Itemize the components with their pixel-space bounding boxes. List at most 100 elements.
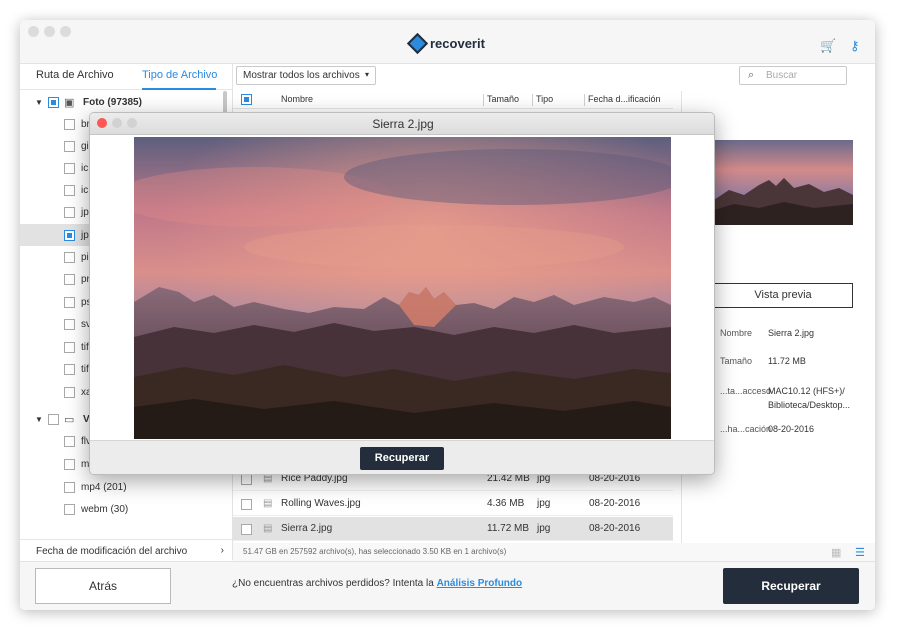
sidebar-item-label: pi [81, 251, 89, 263]
chevron-right-icon: › [220, 545, 224, 556]
file-size: 4.36 MB [487, 498, 525, 509]
row-checkbox[interactable] [241, 524, 252, 535]
image-file-icon: ▤ [263, 523, 273, 534]
sierra-landscape-image [134, 137, 671, 439]
minimize-dialog-button[interactable] [112, 118, 122, 128]
prop-label: ...ha...cación [720, 424, 772, 434]
prop-value: Sierra 2.jpg [768, 328, 815, 338]
preview-image [134, 137, 671, 439]
column-size[interactable]: Tamaño [487, 94, 519, 104]
key-icon[interactable]: ⚷ [850, 38, 860, 54]
column-separator [483, 94, 484, 106]
video-icon: ▭ [64, 413, 75, 426]
cart-icon[interactable]: 🛒 [820, 38, 836, 54]
image-preview-dialog: Sierra 2.jpg Recuperar [89, 112, 715, 475]
sidebar-item-label: gi [81, 140, 89, 152]
file-row-selected[interactable]: ▤ Sierra 2.jpg 11.72 MB jpg 08-20-2016 [233, 517, 673, 541]
file-type: jpg [537, 498, 551, 509]
item-checkbox[interactable] [64, 341, 75, 353]
sidebar-item[interactable]: mp4 (201) [20, 476, 232, 498]
item-checkbox[interactable] [64, 273, 75, 285]
dialog-footer: Recuperar [90, 440, 714, 474]
prop-label: Tamaño [720, 356, 753, 366]
file-name: Sierra 2.jpg [281, 523, 333, 534]
item-checkbox[interactable] [64, 318, 75, 330]
minimize-window-button[interactable] [44, 26, 55, 37]
item-checkbox[interactable] [64, 229, 75, 241]
maximize-window-button[interactable] [60, 26, 71, 37]
column-type[interactable]: Tipo [536, 94, 553, 104]
maximize-dialog-button[interactable] [127, 118, 137, 128]
list-view-icon[interactable]: ☰ [855, 546, 865, 559]
sidebar-item[interactable]: webm (30) [20, 498, 232, 520]
app-logo-text: recoverit [430, 35, 485, 51]
tab-tipo-de-archivo[interactable]: Tipo de Archivo [142, 69, 217, 81]
file-size: 11.72 MB [487, 523, 530, 534]
file-date: 08-20-2016 [589, 498, 641, 509]
chevron-down-icon[interactable]: ▼ [35, 415, 43, 424]
row-checkbox[interactable] [241, 499, 252, 510]
item-checkbox[interactable] [64, 162, 75, 174]
item-checkbox[interactable] [64, 386, 75, 398]
preview-button[interactable]: Vista previa [713, 283, 853, 308]
search-input[interactable]: Buscar [766, 70, 797, 81]
item-checkbox[interactable] [64, 503, 75, 515]
deep-scan-link[interactable]: Análisis Profundo [437, 578, 523, 589]
deep-scan-hint: ¿No encuentras archivos perdidos? Intent… [232, 578, 522, 589]
chevron-down-icon[interactable]: ▼ [35, 98, 43, 107]
sidebar-item-label: ic [81, 162, 89, 174]
sidebar-group-label: Foto (97385) [83, 96, 142, 108]
active-tab-indicator [142, 88, 216, 90]
sidebar-item-label: ic [81, 184, 89, 196]
recoverit-logo-icon [406, 32, 429, 54]
sort-selector[interactable]: Fecha de modificación del archivo › [20, 539, 232, 561]
group-checkbox[interactable] [48, 413, 59, 425]
item-checkbox[interactable] [64, 481, 75, 493]
file-list-header: Nombre Tamaño Tipo Fecha d...ificación [233, 91, 673, 109]
dialog-title: Sierra 2.jpg [372, 117, 434, 131]
column-date[interactable]: Fecha d...ificación [588, 94, 661, 104]
status-text: 51.47 GB en 257592 archivo(s), has selec… [243, 547, 507, 556]
column-separator [584, 94, 585, 106]
item-checkbox[interactable] [64, 296, 75, 308]
search-field[interactable]: ⌕ Buscar [739, 66, 847, 85]
item-checkbox[interactable] [64, 363, 75, 375]
item-checkbox[interactable] [64, 251, 75, 263]
item-checkbox[interactable] [64, 140, 75, 152]
grid-view-icon[interactable]: ▦ [831, 546, 841, 559]
item-checkbox[interactable] [64, 184, 75, 196]
file-type: jpg [537, 523, 551, 534]
search-icon: ⌕ [748, 69, 755, 81]
column-name[interactable]: Nombre [281, 94, 313, 104]
item-checkbox[interactable] [64, 206, 75, 218]
dialog-title-bar: Sierra 2.jpg [90, 113, 714, 135]
select-all-checkbox[interactable] [241, 94, 252, 105]
item-checkbox[interactable] [64, 118, 75, 130]
sidebar-item-label: tif [81, 341, 89, 353]
filter-dropdown[interactable]: Mostrar todos los archivos ▾ [236, 66, 376, 85]
recover-button[interactable]: Recuperar [723, 568, 859, 604]
file-row[interactable]: ▤ Rolling Waves.jpg 4.36 MB jpg 08-20-20… [233, 492, 673, 516]
prop-label: ...ta...acceso [720, 386, 772, 396]
row-checkbox[interactable] [241, 474, 252, 485]
view-tabs: Ruta de Archivo Tipo de Archivo [20, 64, 232, 90]
title-bar: recoverit 🛒 ⚷ [20, 20, 875, 64]
close-dialog-button[interactable] [97, 118, 107, 128]
sidebar-item-label: mp4 (201) [81, 481, 127, 493]
group-checkbox[interactable] [48, 96, 59, 108]
prop-value: MAC10.12 (HFS+)/ Biblioteca/Desktop... [768, 386, 851, 410]
close-window-button[interactable] [28, 26, 39, 37]
dialog-recover-button[interactable]: Recuperar [360, 447, 444, 470]
sidebar-item-label: jp [81, 206, 89, 218]
sidebar-group-foto[interactable]: ▼ ▣ Foto (97385) [20, 91, 232, 113]
tab-ruta-de-archivo[interactable]: Ruta de Archivo [36, 69, 114, 81]
item-checkbox[interactable] [64, 435, 75, 447]
image-file-icon: ▤ [263, 498, 273, 509]
sidebar-item-label: jp [81, 229, 89, 241]
file-date: 08-20-2016 [589, 523, 641, 534]
back-button[interactable]: Atrás [35, 568, 171, 604]
chevron-down-icon: ▾ [364, 70, 369, 79]
item-checkbox[interactable] [64, 458, 75, 470]
landscape-thumbnail-image [714, 140, 853, 225]
column-separator [532, 94, 533, 106]
